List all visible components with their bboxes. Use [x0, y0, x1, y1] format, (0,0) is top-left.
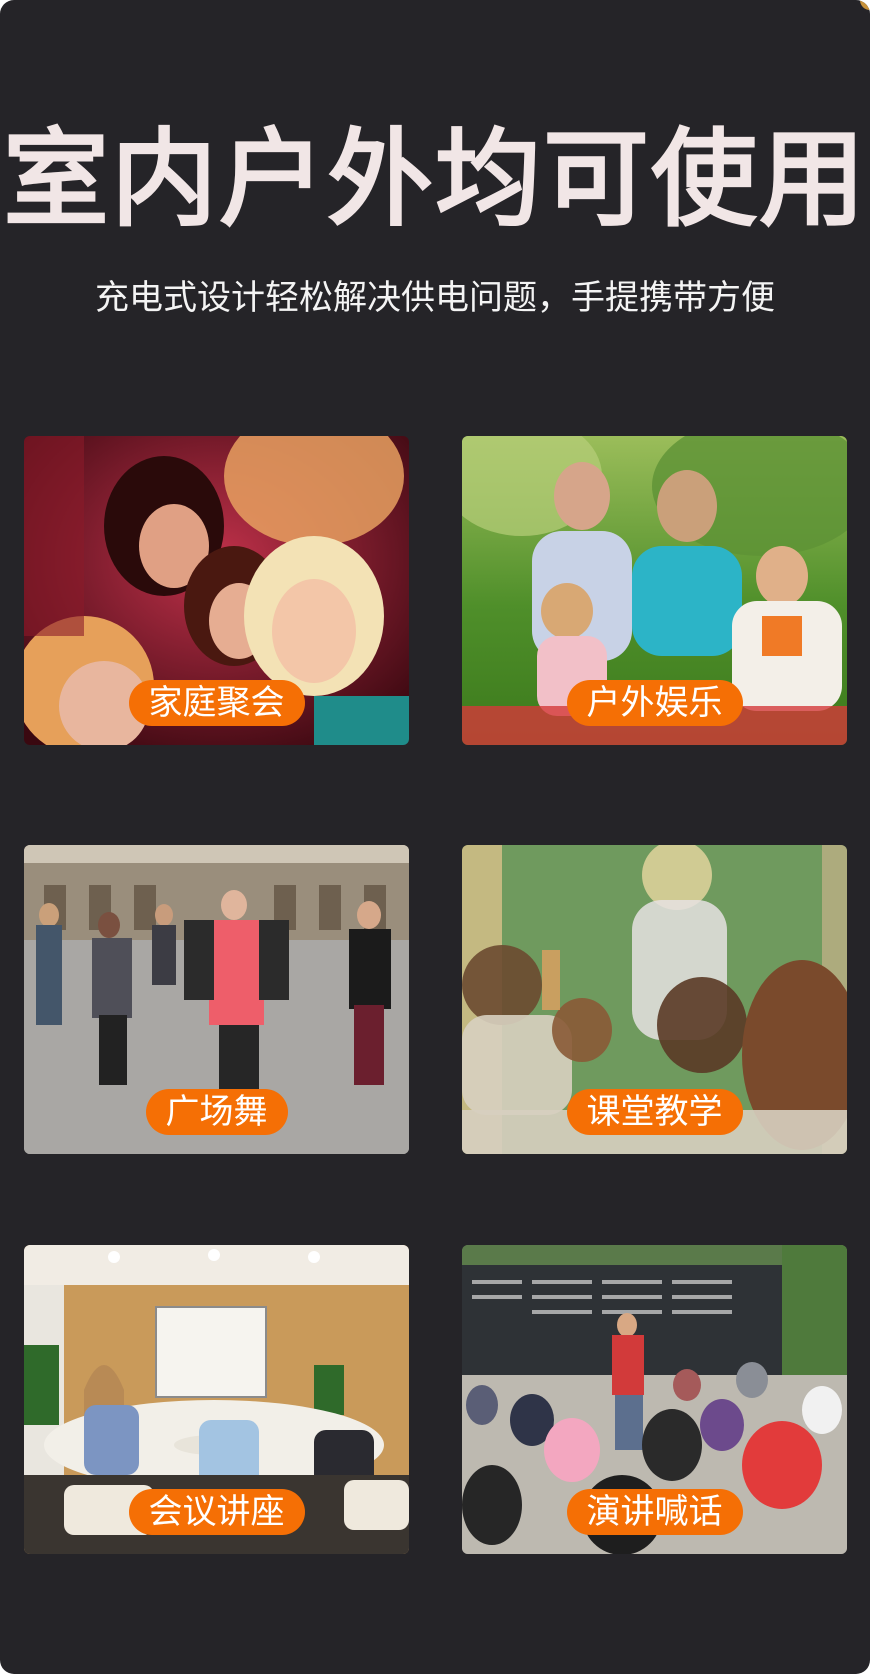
corner-accent: [860, 0, 870, 10]
scene-card-classroom: 课堂教学: [462, 845, 847, 1154]
scene-label: 户外娱乐: [566, 680, 743, 726]
scene-label: 家庭聚会: [128, 680, 305, 726]
page: 室内户外均可使用 充电式设计轻松解决供电问题，手提携带方便 家庭聚会 户外娱乐 …: [0, 0, 870, 1674]
page-subtitle: 充电式设计轻松解决供电问题，手提携带方便: [95, 278, 775, 318]
scene-label: 会议讲座: [128, 1489, 305, 1535]
page-title: 室内户外均可使用: [3, 118, 867, 241]
scene-label: 演讲喊话: [566, 1489, 743, 1535]
scene-card-outdoor-fun: 户外娱乐: [462, 436, 847, 745]
scene-card-speech: 演讲喊话: [462, 1245, 847, 1554]
scene-label: 广场舞: [145, 1089, 288, 1135]
scene-card-square-dance: 广场舞: [24, 845, 409, 1154]
scene-label: 课堂教学: [566, 1089, 743, 1135]
scene-card-family-party: 家庭聚会: [24, 436, 409, 745]
scene-card-meeting: 会议讲座: [24, 1245, 409, 1554]
